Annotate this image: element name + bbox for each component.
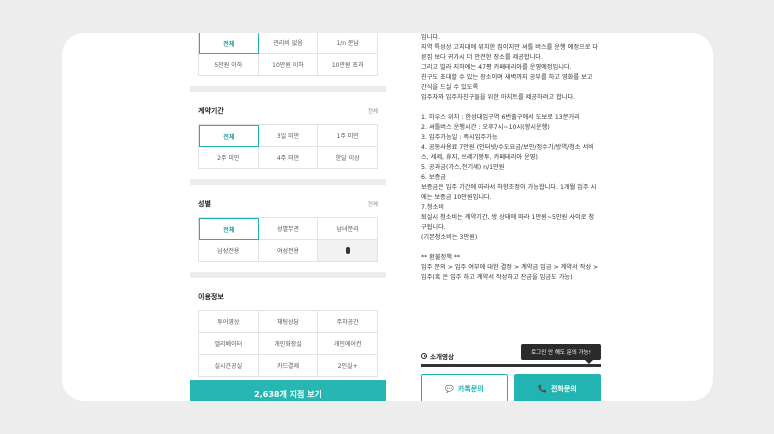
price-option-all[interactable]: 전체 — [199, 33, 259, 54]
usage-option-two-person-room[interactable]: 2인실+ — [318, 355, 378, 377]
contract-option-under-2weeks[interactable]: 2주 미만 — [199, 147, 259, 169]
chat-bubble-icon: 💬 — [445, 384, 454, 393]
play-circle-icon — [421, 353, 427, 359]
contract-option-all[interactable]: 전체 — [199, 125, 259, 147]
usage-option-private-bath[interactable]: 개인화장실 — [258, 333, 319, 355]
gender-section: 성별 전체 전체 성별무관 남녀분리 남성전용 여성전용 — [190, 185, 386, 272]
price-option-under-50k[interactable]: 5만원 이하 — [199, 54, 259, 76]
phone-inquiry-button[interactable]: 📞 전화문의 — [514, 374, 601, 401]
contract-title: 계약기간 — [198, 107, 224, 115]
kakao-inquiry-label: 카톡문의 — [457, 384, 484, 393]
scroll-pill-icon — [345, 247, 350, 254]
view-branches-button[interactable]: 2,638개 지점 보기 — [190, 380, 386, 401]
usage-option-elevator[interactable]: 엘리베이터 — [199, 333, 259, 355]
price-option-no-fee[interactable]: 관리비 없음 — [258, 33, 319, 54]
usage-section: 이용정보 투어영상 채팅상담 주차공간 엘리베이터 개인화장실 개인에어컨 실시… — [190, 278, 386, 389]
price-section: 전체 관리비 없음 1/n 분납 5만원 이하 10만원 이하 10만원 초과 — [190, 33, 386, 86]
usage-option-chat[interactable]: 채팅상담 — [258, 311, 319, 333]
contract-section: 계약기간 전체 전체 3일 미만 1주 미만 2주 미만 4주 미만 한달 이상 — [190, 92, 386, 179]
price-option-over-100k[interactable]: 10만원 초과 — [318, 54, 378, 76]
login-free-tooltip: 로그인 안 해도 문의 가능! — [521, 344, 601, 364]
phone-inquiry-label: 전화문의 — [550, 384, 577, 393]
gender-option-separated[interactable]: 남녀분리 — [318, 218, 378, 240]
usage-title: 이용정보 — [198, 293, 224, 301]
contract-option-under-4weeks[interactable]: 4주 미만 — [258, 147, 319, 169]
usage-option-card-payment[interactable]: 카드결제 — [258, 355, 319, 377]
gender-option-male-only[interactable]: 남성전용 — [199, 240, 259, 262]
price-option-split[interactable]: 1/n 분납 — [318, 33, 378, 54]
phone-icon: 📞 — [538, 384, 547, 393]
gender-option-female-only[interactable]: 여성전용 — [258, 240, 319, 262]
usage-option-live-vacancy[interactable]: 실시간공실 — [199, 355, 259, 377]
gender-all-link[interactable]: 전체 — [368, 200, 378, 208]
usage-option-private-ac[interactable]: 개인에어컨 — [318, 333, 378, 355]
gender-option-all[interactable]: 전체 — [199, 218, 259, 240]
gender-title: 성별 — [198, 200, 211, 208]
contract-option-under-3days[interactable]: 3일 미만 — [258, 125, 319, 147]
gender-option-empty — [318, 240, 378, 262]
contract-all-link[interactable]: 전체 — [368, 107, 378, 115]
contract-option-under-1week[interactable]: 1주 미만 — [318, 125, 378, 147]
room-description: 입니다. 지역 특성상 고지대에 위치한 집이지만 셔틀 버스를 운행 예정으로… — [421, 34, 599, 281]
contract-option-over-month[interactable]: 한달 이상 — [318, 147, 378, 169]
filter-panel: 전체 관리비 없음 1/n 분납 5만원 이하 10만원 이하 10만원 초과 … — [190, 33, 386, 401]
price-option-under-100k[interactable]: 10만원 이하 — [258, 54, 319, 76]
kakao-inquiry-button[interactable]: 💬 카톡문의 — [421, 374, 508, 401]
intro-video-label: 소개영상 — [430, 353, 454, 361]
content-card: 전체 관리비 없음 1/n 분납 5만원 이하 10만원 이하 10만원 초과 … — [62, 33, 713, 401]
room-detail-panel: 입니다. 지역 특성상 고지대에 위치한 집이지만 셔틀 버스를 운행 예정으로… — [412, 33, 602, 401]
usage-option-tour-video[interactable]: 투어영상 — [199, 311, 259, 333]
usage-option-parking[interactable]: 주차공간 — [318, 311, 378, 333]
video-divider — [421, 364, 601, 367]
gender-option-any[interactable]: 성별무관 — [258, 218, 319, 240]
